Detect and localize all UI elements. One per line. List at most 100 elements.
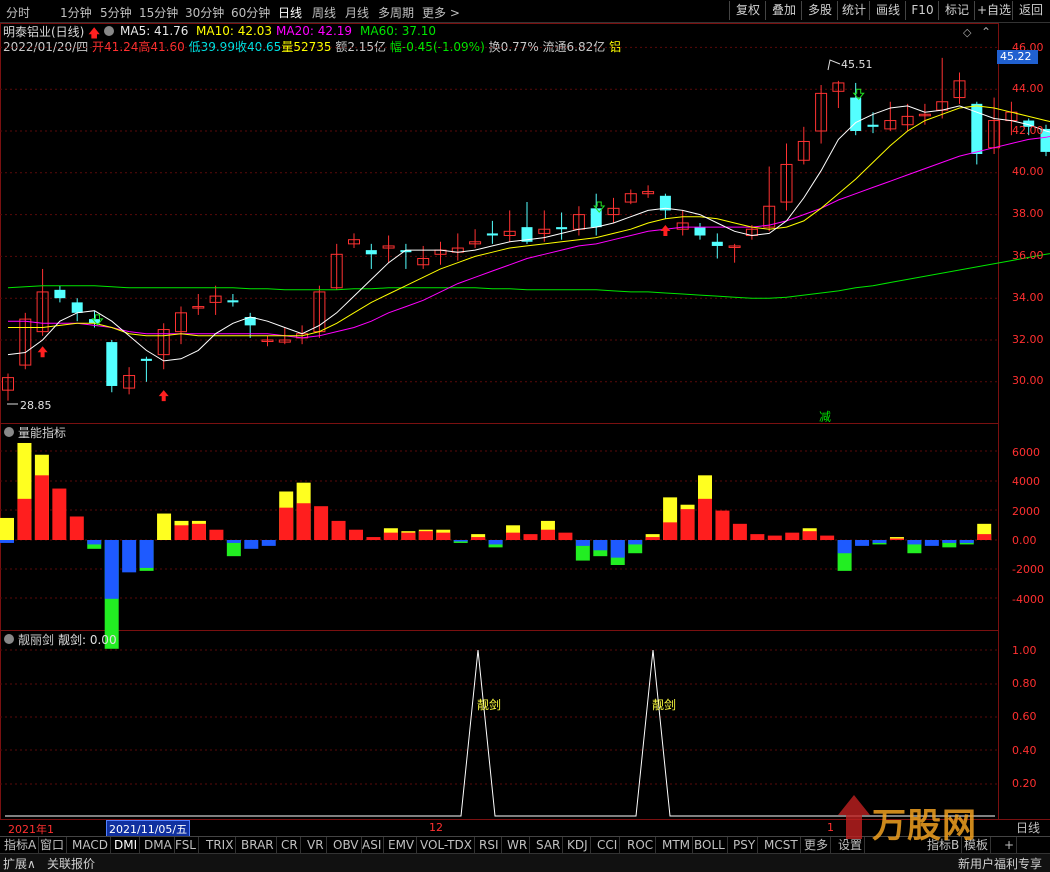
indicator-tab-roc[interactable]: ROC [625, 837, 656, 853]
volume-bar-blue [140, 540, 154, 568]
buy-arrow-icon [38, 346, 48, 357]
volume-bar-blue [122, 540, 136, 572]
indicator-tab-obv[interactable]: OBV [331, 837, 362, 853]
volume-bar-red [977, 534, 991, 540]
volume-bar-red [314, 506, 328, 540]
candle-body-down [556, 227, 567, 229]
promo-link[interactable]: 新用户福利专享 [958, 855, 1042, 872]
ma10-line [8, 106, 1050, 336]
volume-bar-blue [960, 540, 974, 543]
buy-arrow-icon [660, 225, 670, 236]
price-axis-tick: 32.00 [1012, 333, 1044, 346]
indicator-tab-vr[interactable]: VR [305, 837, 327, 853]
volume-bar-red [890, 539, 904, 540]
indicator-tab-kdj[interactable]: KDJ [565, 837, 591, 853]
indicator-tab-[interactable]: 窗口 [38, 837, 67, 853]
volume-bar-red [366, 537, 380, 540]
indicator-tab-dma[interactable]: DMA [142, 837, 175, 853]
volume-bar-red [750, 534, 764, 540]
volume-axis-tick: 2000 [1012, 505, 1040, 518]
volume-bar-red [524, 534, 538, 540]
volume-bar-blue [873, 540, 887, 543]
volume-bar-red [70, 516, 84, 540]
indicator-tab-[interactable]: 更多 [802, 837, 831, 853]
reduce-marker: 减 [819, 408, 831, 425]
volume-bar-red [785, 533, 799, 540]
indicator-tab-wr[interactable]: WR [505, 837, 530, 853]
status-bar [0, 853, 1050, 872]
volume-bar-blue [0, 540, 14, 543]
price-axis-tick: 40.00 [1012, 165, 1044, 178]
price-axis-tick: 36.00 [1012, 249, 1044, 262]
volume-axis-tick: 0.00 [1012, 534, 1037, 547]
volume-bar-red [349, 530, 363, 540]
volume-bar-red [17, 499, 31, 540]
candle-body-down [868, 125, 879, 127]
volume-bar-red [332, 521, 346, 540]
volume-settings-icon[interactable] [4, 427, 14, 437]
volume-bar-red [715, 511, 729, 540]
volume-bar-blue [576, 540, 590, 546]
indicator-tab-emv[interactable]: EMV [386, 837, 417, 853]
candle-body-down [141, 359, 152, 361]
time-axis-left-label: 2021年1 [8, 821, 54, 837]
sword-axis-tick: 0.80 [1012, 677, 1037, 690]
volume-bar-red [820, 536, 834, 540]
price-axis-tick: 44.00 [1012, 82, 1044, 95]
indicator-tab-voltdx[interactable]: VOL-TDX [418, 837, 475, 853]
sword-panel-title: 靓丽剑 [18, 631, 54, 648]
volume-bar-yellow [157, 514, 171, 540]
volume-bar-red [35, 475, 49, 540]
max-price-annotation: 45.51 [841, 58, 873, 71]
volume-bar-blue [454, 540, 468, 541]
volume-axis-tick: 6000 [1012, 446, 1040, 459]
indicator-tab-cci[interactable]: CCI [595, 837, 620, 853]
volume-bar-yellow [0, 518, 14, 540]
volume-bar-blue [262, 540, 276, 546]
sword-settings-icon[interactable] [4, 634, 14, 644]
volume-bar-red [175, 525, 189, 540]
volume-bar-blue [611, 540, 625, 558]
indicator-tab-fsl[interactable]: FSL [173, 837, 199, 853]
indicator-tab-mtm[interactable]: MTM [660, 837, 693, 853]
indicator-tab-mcst[interactable]: MCST [762, 837, 801, 853]
min-price-annotation: 28.85 [20, 399, 52, 412]
indicator-tab-cr[interactable]: CR [279, 837, 301, 853]
add-tab-button[interactable]: + [1002, 837, 1017, 853]
indicator-tab-asi[interactable]: ASI [360, 837, 384, 853]
candle-body-down [712, 242, 723, 246]
volume-bar-red [681, 509, 695, 540]
volume-bar-blue [244, 540, 258, 549]
volume-bar-red [279, 508, 293, 540]
volume-bar-red [436, 533, 450, 540]
volume-bar-blue [628, 540, 642, 544]
indicator-tab-trix[interactable]: TRIX [204, 837, 236, 853]
candle-body-down [971, 104, 982, 154]
volume-bar-red [506, 533, 520, 540]
indicator-tab-a[interactable]: 指标A [2, 837, 39, 853]
sword-value: 靓剑: 0.00 [58, 631, 117, 648]
indicator-tab-psy[interactable]: PSY [731, 837, 758, 853]
indicator-tab-boll[interactable]: BOLL [692, 837, 728, 853]
candle-body-down [366, 250, 377, 254]
candle-body-down [106, 342, 117, 386]
related-quote-button[interactable]: 关联报价 [47, 855, 95, 872]
volume-bar-red [698, 499, 712, 540]
indicator-tab-sar[interactable]: SAR [534, 837, 563, 853]
volume-bar-blue [925, 540, 939, 546]
expand-button[interactable]: 扩展∧ [3, 855, 36, 872]
indicator-tab-macd[interactable]: MACD [70, 837, 111, 853]
volume-bar-red [209, 530, 223, 540]
watermark-logo-icon [834, 793, 874, 843]
volume-bar-red [297, 503, 311, 540]
ma60-line [8, 238, 1050, 299]
indicator-tab-brar[interactable]: BRAR [239, 837, 277, 853]
volume-bar-blue [87, 540, 101, 544]
time-axis-right-label: 1 [827, 821, 834, 834]
indicator-tab-dmi[interactable]: DMI [112, 837, 140, 853]
indicator-tab-rsi[interactable]: RSI [477, 837, 502, 853]
buy-arrow-icon [159, 390, 169, 401]
volume-bar-blue [838, 540, 852, 553]
volume-bar-blue [593, 540, 607, 550]
sword-axis-tick: 0.60 [1012, 710, 1037, 723]
